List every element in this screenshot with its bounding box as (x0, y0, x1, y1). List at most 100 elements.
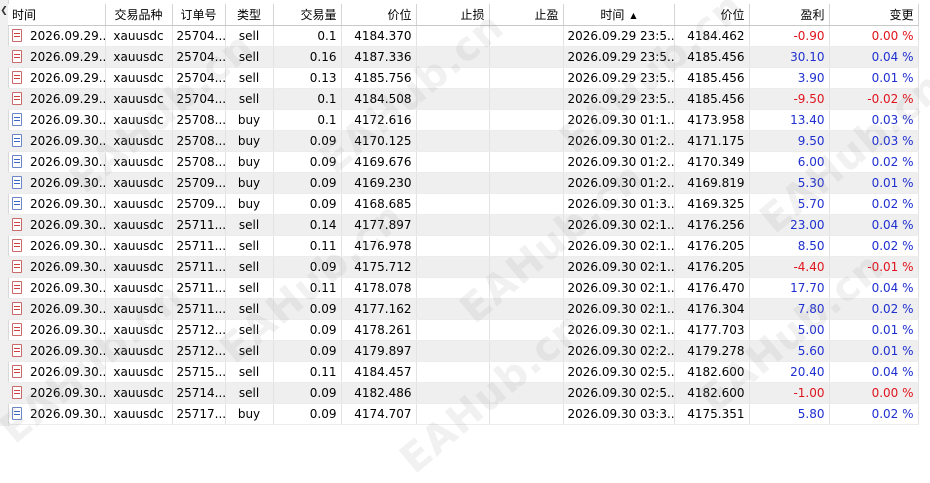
cell-open-time-text: 2026.09.30... (30, 407, 105, 421)
header-col-close-time[interactable]: 时间 ▲ (563, 4, 675, 26)
cell-change: 0.04 % (829, 46, 919, 68)
cell-type-text: sell (238, 260, 260, 274)
header-col-symbol[interactable]: 交易品种 (105, 4, 173, 26)
cell-close-time-text: 2026.09.30 02:2... (567, 344, 674, 358)
cell-take-profit (489, 109, 564, 131)
cell-symbol-text: xauusdc (113, 344, 164, 358)
cell-take-profit (489, 130, 564, 152)
table-row[interactable]: 2026.09.30... xauusdc 25714... sell 0.09 4182… (8, 382, 919, 404)
cell-stop-loss (416, 319, 490, 341)
cell-type-text: sell (238, 386, 260, 400)
header-col-volume[interactable]: 交易量 (273, 4, 342, 26)
table-row[interactable]: 2026.09.29... xauusdc 25704... sell 0.1 4184.… (8, 25, 919, 47)
cell-order-id: 25714... (172, 382, 226, 404)
cell-open-price: 4176.978 (341, 235, 417, 257)
cell-order-id: 25712... (172, 340, 226, 362)
table-row[interactable]: 2026.09.29... xauusdc 25704... sell 0.16 4187… (8, 46, 919, 68)
table-row[interactable]: 2026.09.30... xauusdc 25709... buy 0.09 4169.… (8, 172, 919, 194)
chevron-left-icon: ❮ (0, 6, 8, 16)
table-row[interactable]: 2026.09.30... xauusdc 25715... sell 0.11 4184… (8, 361, 919, 383)
table-row[interactable]: 2026.09.30... xauusdc 25711... sell 0.09 4177… (8, 298, 919, 320)
header-col-order[interactable]: 订单号 (172, 4, 226, 26)
cell-volume: 0.09 (273, 151, 342, 173)
cell-type-text: sell (238, 29, 260, 43)
cell-change-text: 0.02 % (871, 407, 914, 421)
header-label: 止损 (460, 8, 485, 22)
cell-volume-text: 0.09 (309, 344, 337, 358)
table-row[interactable]: 2026.09.30... xauusdc 25711... sell 0.11 4178… (8, 277, 919, 299)
table-row[interactable]: 2026.09.30... xauusdc 25711... sell 0.09 4175… (8, 256, 919, 278)
cell-close-time-text: 2026.09.29 23:5... (567, 50, 674, 64)
cell-close-price-text: 4176.205 (687, 260, 745, 274)
cell-volume-text: 0.09 (309, 155, 337, 169)
cell-volume-text: 0.11 (309, 281, 337, 295)
cell-close-price: 4185.456 (674, 67, 750, 89)
cell-type: buy (225, 172, 274, 194)
table-row[interactable]: 2026.09.30... xauusdc 25708... buy 0.09 4169.… (8, 151, 919, 173)
cell-type-text: sell (238, 218, 260, 232)
cell-symbol: xauusdc (105, 193, 173, 215)
cell-type-text: buy (237, 155, 261, 169)
cell-change: 0.02 % (829, 193, 919, 215)
sell-deal-icon (12, 281, 22, 294)
cell-profit-text: 3.90 (797, 71, 825, 85)
cell-profit-text: -1.00 (793, 386, 825, 400)
cell-profit: 6.00 (749, 151, 830, 173)
table-row[interactable]: 2026.09.29... xauusdc 25704... sell 0.13 4185… (8, 67, 919, 89)
header-col-profit[interactable]: 盈利 (749, 4, 830, 26)
cell-open-time-text: 2026.09.30... (30, 386, 105, 400)
header-col-type[interactable]: 类型 (225, 4, 274, 26)
header-col-close-price[interactable]: 价位 (674, 4, 750, 26)
table-row[interactable]: 2026.09.30... xauusdc 25712... sell 0.09 4178… (8, 319, 919, 341)
cell-open-price: 4184.370 (341, 25, 417, 47)
cell-symbol: xauusdc (105, 172, 173, 194)
cell-profit: 3.90 (749, 67, 830, 89)
table-row[interactable]: 2026.09.30... xauusdc 25717... buy 0.09 4174.… (8, 403, 919, 425)
cell-open-time: 2026.09.30... (8, 214, 106, 236)
cell-open-time: 2026.09.30... (8, 193, 106, 215)
cell-close-price-text: 4169.819 (687, 176, 745, 190)
cell-type: sell (225, 256, 274, 278)
table-row[interactable]: 2026.09.30... xauusdc 25708... buy 0.09 4170.… (8, 130, 919, 152)
header-col-sl[interactable]: 止损 (416, 4, 490, 26)
header-col-time[interactable]: 时间 (8, 4, 106, 26)
cell-profit-text: 5.00 (797, 323, 825, 337)
cell-open-price: 4178.078 (341, 277, 417, 299)
cell-close-price: 4169.325 (674, 193, 750, 215)
cell-change-text: 0.04 % (871, 218, 914, 232)
cell-close-time: 2026.09.29 23:5... (563, 25, 675, 47)
cell-close-price-text: 4176.304 (687, 302, 745, 316)
header-label: 盈利 (800, 8, 825, 22)
cell-close-price: 4169.819 (674, 172, 750, 194)
cell-change: 0.02 % (829, 235, 919, 257)
cell-take-profit (489, 319, 564, 341)
cell-profit-text: -0.90 (793, 29, 825, 43)
table-row[interactable]: 2026.09.30... xauusdc 25711... sell 0.14 4177… (8, 214, 919, 236)
table-row[interactable]: 2026.09.30... xauusdc 25709... buy 0.09 4168.… (8, 193, 919, 215)
cell-take-profit (489, 256, 564, 278)
cell-close-time-text: 2026.09.30 01:2... (567, 134, 674, 148)
header-col-change[interactable]: 变更 (829, 4, 919, 26)
cell-change: 0.02 % (829, 151, 919, 173)
header-col-price[interactable]: 价位 (341, 4, 417, 26)
table-row[interactable]: 2026.09.29... xauusdc 25704... sell 0.1 4184.… (8, 88, 919, 110)
cell-order-id-text: 25704... (176, 71, 225, 85)
cell-take-profit (489, 193, 564, 215)
cell-close-price-text: 4182.600 (687, 386, 745, 400)
cell-symbol-text: xauusdc (113, 155, 164, 169)
cell-close-price-text: 4175.351 (687, 407, 745, 421)
cell-profit: 5.00 (749, 319, 830, 341)
cell-type-text: sell (238, 323, 260, 337)
cell-symbol: xauusdc (105, 109, 173, 131)
cell-change: 0.01 % (829, 340, 919, 362)
cell-open-time: 2026.09.30... (8, 130, 106, 152)
table-row[interactable]: 2026.09.30... xauusdc 25711... sell 0.11 4176… (8, 235, 919, 257)
cell-order-id: 25711... (172, 298, 226, 320)
header-col-tp[interactable]: 止盈 (489, 4, 564, 26)
table-row[interactable]: 2026.09.30... xauusdc 25712... sell 0.09 4179… (8, 340, 919, 362)
cell-order-id: 25715... (172, 361, 226, 383)
table-row[interactable]: 2026.09.30... xauusdc 25708... buy 0.1 4172.6… (8, 109, 919, 131)
cell-type-text: sell (238, 344, 260, 358)
cell-take-profit (489, 403, 564, 425)
cell-open-price: 4174.707 (341, 403, 417, 425)
